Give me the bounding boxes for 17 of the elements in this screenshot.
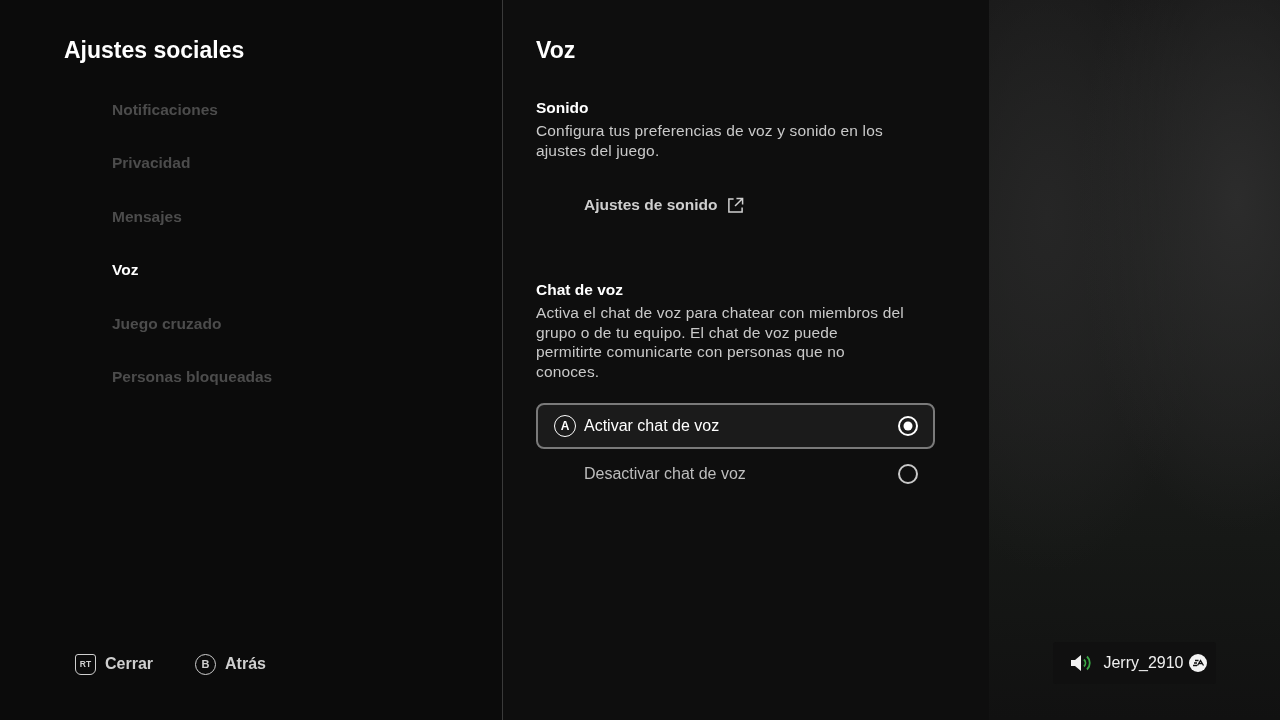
external-link-icon	[726, 196, 744, 214]
hint-button[interactable]: B Atrás	[195, 653, 266, 675]
panel-title: Voz	[536, 36, 577, 64]
sound-settings-link[interactable]: Ajustes de sonido	[584, 185, 744, 225]
hint-button[interactable]: RT Cerrar	[75, 653, 154, 675]
logo-icon	[1188, 654, 1207, 672]
section-heading: Sonido	[536, 98, 590, 118]
section-description: Configura tus preferencias de voz y sonido en los ajustes del juego.	[536, 121, 884, 160]
speaker-icon	[1070, 654, 1093, 672]
sidebar-title: Ajustes sociales	[64, 36, 245, 64]
section-heading: Chat de voz	[536, 280, 624, 300]
radio-option[interactable]: A Activar chat de voz	[536, 403, 935, 449]
sidebar-item[interactable]: Voz	[112, 243, 139, 297]
controller-glyph: RT	[75, 653, 96, 675]
radio-option[interactable]: Desactivar chat de voz	[536, 451, 935, 497]
section-description: Activa el chat de voz para chatear con miembros del grupo o de tu equipo. El chat de voz puede permitirte comunicarte con personas que no conoces.	[536, 303, 905, 381]
username: Jerry_2910	[1103, 654, 1184, 672]
